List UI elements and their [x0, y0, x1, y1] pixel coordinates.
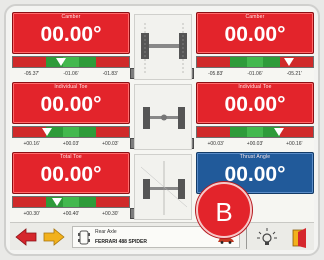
device-frame: Camber 00.00° -05.37' -01.06' -01.83' Camb…	[4, 4, 320, 256]
badge-letter: B	[215, 197, 233, 227]
gauge-header: Camber 00.00°	[196, 12, 314, 54]
vehicle-icon	[78, 230, 90, 245]
gauge-value: 00.00°	[40, 93, 102, 116]
gauge-scale	[196, 126, 314, 138]
exit-icon[interactable]	[290, 226, 310, 248]
gauge-label: Individual Toe	[238, 84, 272, 90]
gauge-readings: -05.37' -01.06' -01.83'	[24, 71, 118, 77]
gauge-header: Total Toe 00.00°	[12, 152, 130, 194]
toe-diagram	[134, 84, 192, 150]
individual-toe-right-gauge[interactable]: Individual Toe 00.00° +00.03' +00.03' +00.…	[196, 82, 314, 152]
b-badge: B	[196, 182, 252, 238]
camber-diagram	[134, 14, 192, 80]
alignment-screen: Camber 00.00° -05.37' -01.06' -01.83' Camb…	[10, 10, 314, 250]
gauge-label: Camber	[245, 14, 265, 20]
gauge-scale	[196, 56, 314, 68]
gauge-marker-icon	[42, 128, 52, 136]
gauge-header: Individual Toe 00.00°	[12, 82, 130, 124]
gauge-value: 00.00°	[40, 163, 102, 186]
gauge-value: 00.00°	[224, 23, 286, 46]
gauge-readings: +00.03' +00.03' +00.16'	[207, 141, 303, 147]
bottom-toolbar: Rear Axle FERRARI 488 SPIDER	[10, 222, 314, 250]
gauge-marker-icon	[56, 58, 66, 66]
gauge-marker-icon	[274, 128, 284, 136]
gauge-scale	[12, 196, 130, 208]
toolbar-divider	[246, 225, 247, 249]
axle-label: Rear Axle	[95, 229, 117, 235]
gauge-scale	[12, 56, 130, 68]
axle-top-icon	[143, 107, 185, 129]
individual-toe-left-gauge[interactable]: Individual Toe 00.00° +00.16' +00.03' +00.…	[12, 82, 130, 152]
axle-front-icon	[141, 23, 187, 73]
back-arrow-icon[interactable]	[14, 227, 38, 247]
gauge-label: Thrust Angle	[239, 154, 271, 160]
total-toe-gauge[interactable]: Total Toe 00.00° +00.30' +00.40' +00.30'	[12, 152, 130, 222]
forward-arrow-icon[interactable]	[42, 227, 66, 247]
gauge-marker-icon	[284, 58, 294, 66]
gauge-value: 00.00°	[40, 23, 102, 46]
total-toe-diagram	[134, 154, 192, 220]
gauge-label: Camber	[61, 14, 81, 20]
camber-left-gauge[interactable]: Camber 00.00° -05.37' -01.06' -01.83'	[12, 12, 130, 82]
gauge-scale	[12, 126, 130, 138]
gauge-label: Total Toe	[60, 154, 82, 160]
gauge-marker-icon	[52, 198, 62, 206]
lamp-icon[interactable]	[256, 226, 278, 248]
gauge-header: Individual Toe 00.00°	[196, 82, 314, 124]
gauge-label: Individual Toe	[54, 84, 88, 90]
gauge-readings: -05.83' -01.06' -05.21'	[208, 71, 302, 77]
gauge-readings: +00.30' +00.40' +00.30'	[23, 211, 119, 217]
gauge-readings: +00.16' +00.03' +00.03'	[23, 141, 119, 147]
axle-total-icon	[140, 161, 188, 215]
camber-right-gauge[interactable]: Camber 00.00° -05.83' -01.06' -05.21'	[196, 12, 314, 82]
vehicle-name: FERRARI 488 SPIDER	[95, 239, 147, 245]
gauge-value: 00.00°	[224, 93, 286, 116]
gauge-header: Camber 00.00°	[12, 12, 130, 54]
